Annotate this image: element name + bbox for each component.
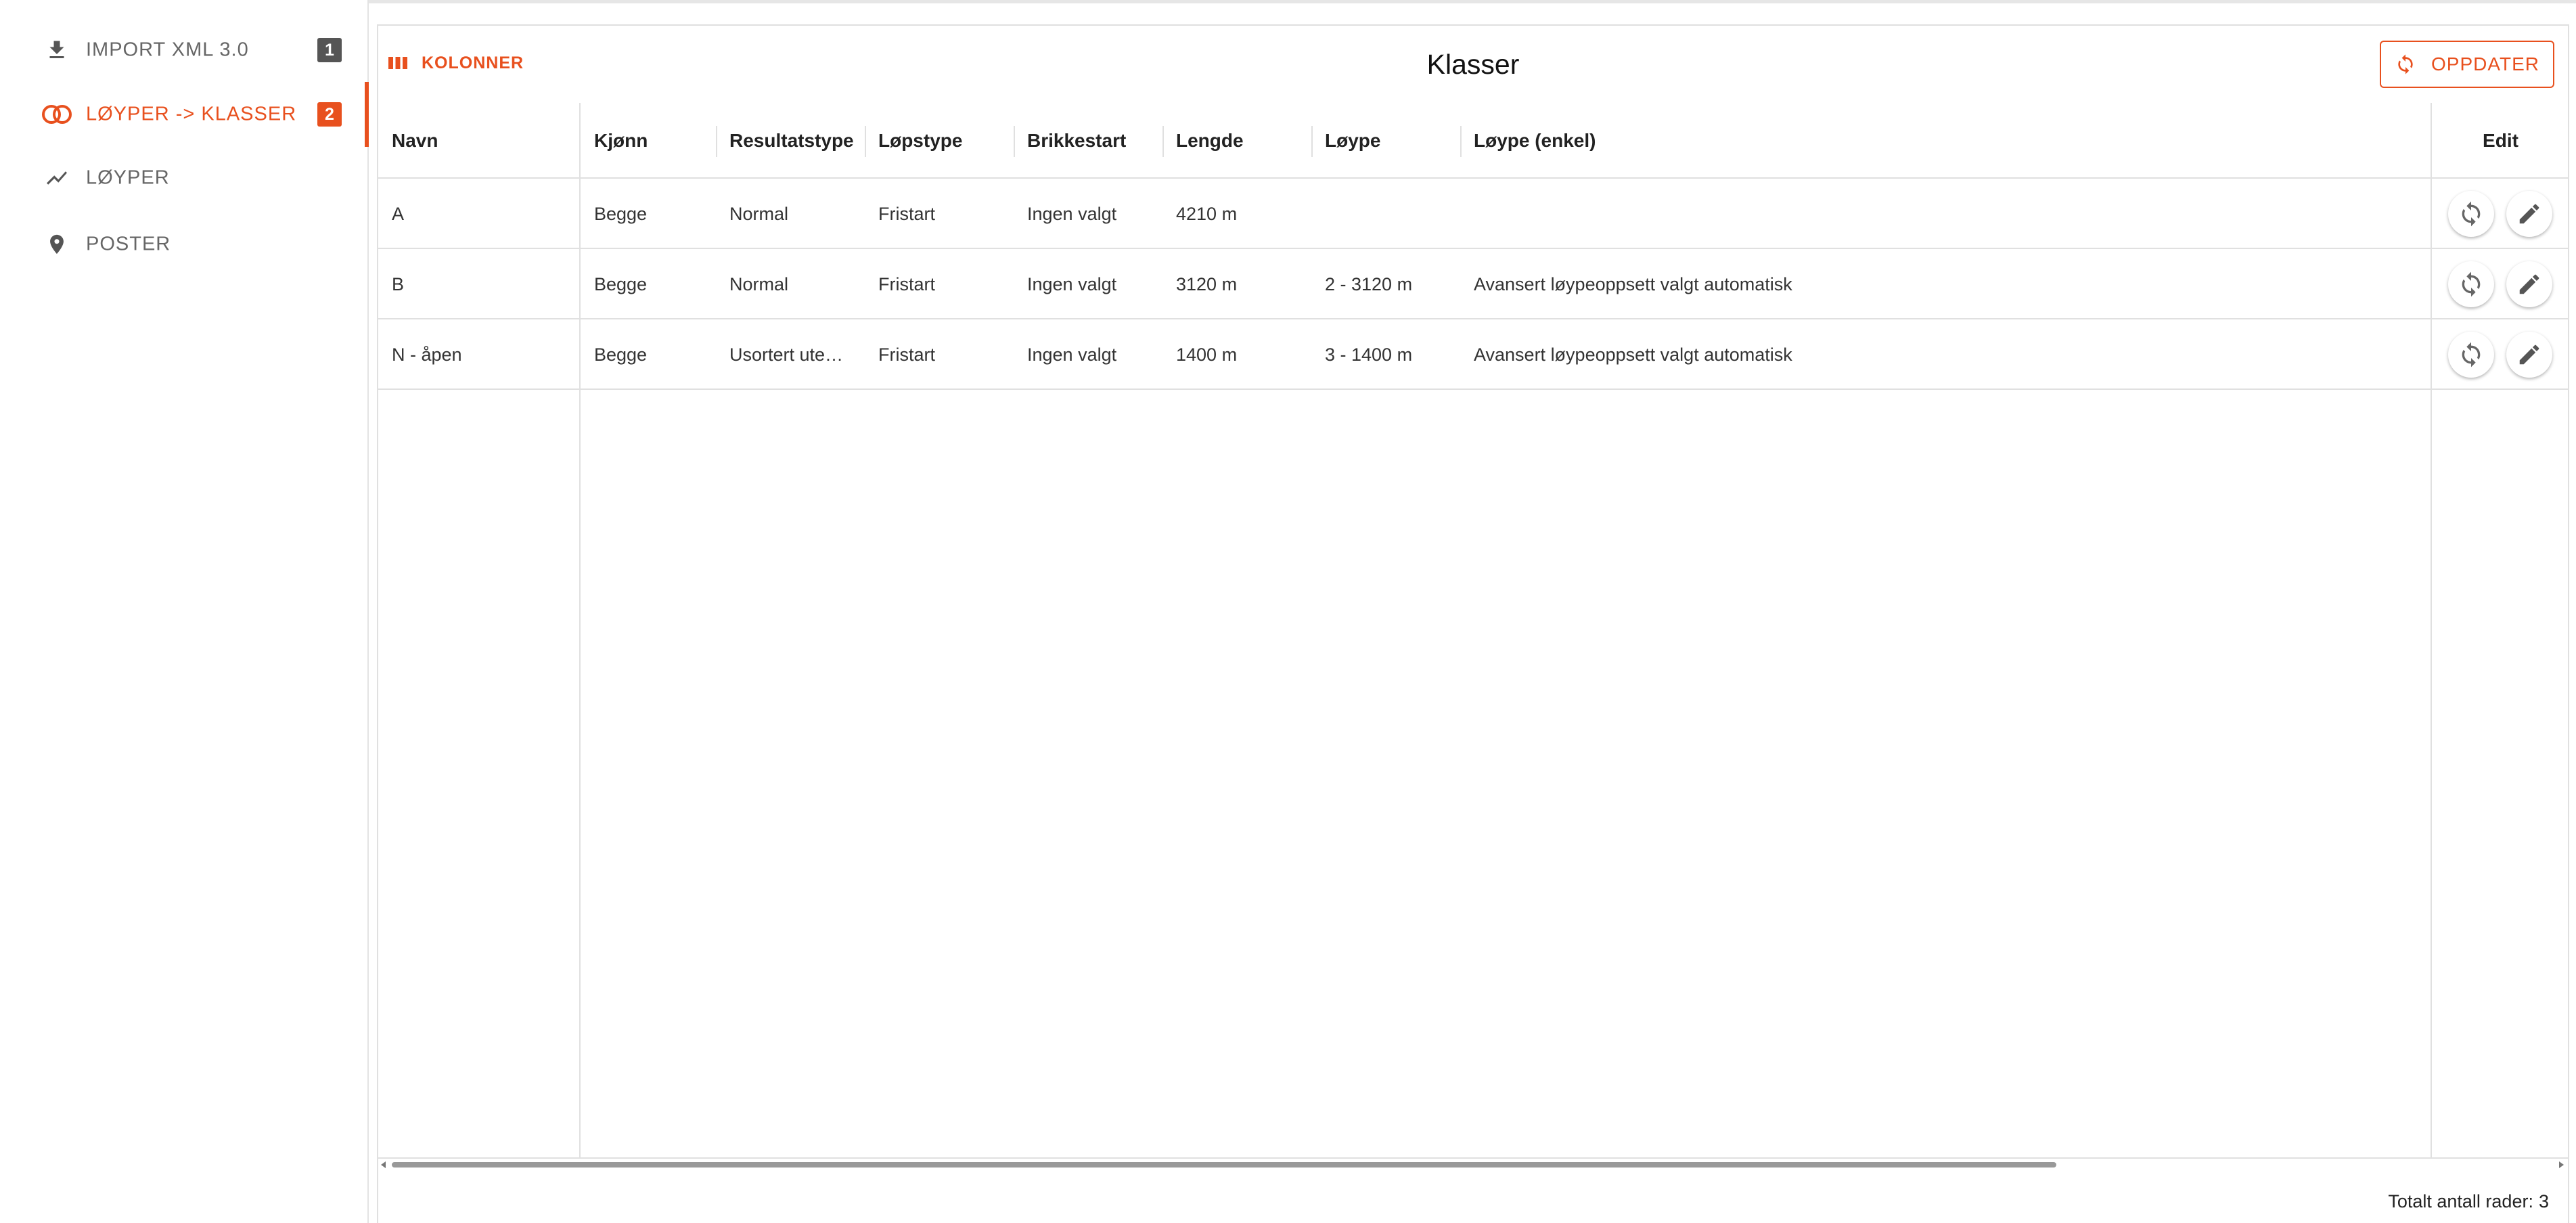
pinned-right-divider [2431,103,2432,1157]
sidebar-item-label: IMPORT XML 3.0 [86,39,249,61]
cell-resultatstype: Usortert ute… [729,344,844,365]
sync-icon [2462,201,2481,227]
scrollbar-thumb[interactable] [392,1162,2056,1168]
pencil-icon [2519,274,2539,294]
cell-brikkestart: Ingen valgt [1027,273,1117,294]
sync-row-button[interactable] [2448,191,2494,237]
cell-loype-enkel [1460,179,2431,249]
sidebar-item-label: LØYPER [86,166,170,189]
scroll-left-icon[interactable] [381,1161,386,1168]
cell-loype-enkel: Avansert løypeoppsett valgt automatisk [1474,273,1792,294]
column-header-lopstype[interactable]: Løpstype [865,103,1014,179]
cell-navn: A [392,203,405,224]
cell-lopstype: Fristart [878,344,935,365]
cell-loype: 2 - 3120 m [1325,273,1413,294]
location-pin-icon [39,227,74,262]
page-title: Klasser [1426,49,1520,80]
table-row[interactable]: A Begge Normal Fristart Ingen valgt 4210… [378,179,2568,249]
sidebar-item-loyper[interactable]: LØYPER [0,146,367,210]
sync-row-button[interactable] [2448,332,2494,378]
sidebar-item-poster[interactable]: POSTER [0,212,367,277]
horizontal-scrollbar[interactable] [378,1157,2568,1170]
step-badge: 1 [317,38,342,62]
cell-lengde: 4210 m [1176,203,1238,224]
active-indicator [365,82,369,147]
cell-loype [1311,179,1460,249]
table-row[interactable]: B Begge Normal Fristart Ingen valgt 3120… [378,249,2568,319]
download-icon [39,32,74,68]
cell-lengde: 1400 m [1176,344,1238,365]
cell-brikkestart: Ingen valgt [1027,344,1117,365]
cell-navn: B [392,273,405,294]
sidebar-item-loyper-klasser[interactable]: LØYPER -> KLASSER 2 [0,82,369,147]
table-row[interactable]: N - åpen Begge Usortert ute… Fristart In… [378,319,2568,390]
sync-icon [2462,271,2481,297]
sidebar-item-import-xml[interactable]: IMPORT XML 3.0 1 [0,18,367,83]
cell-kjonn: Begge [594,203,648,224]
cell-kjonn: Begge [594,344,648,365]
pencil-icon [2519,344,2539,365]
grid-header: Navn Kjønn Resultatstype Løpstype Brikke… [378,103,2568,179]
sync-row-button[interactable] [2448,261,2494,307]
classes-grid: Navn Kjønn Resultatstype Løpstype Brikke… [378,103,2568,1168]
row-count-value: 3 [2538,1191,2549,1211]
column-header-brikkestart[interactable]: Brikkestart [1014,103,1162,179]
column-header-kjonn[interactable]: Kjønn [581,103,716,179]
pencil-icon [2519,204,2539,224]
cell-edit [2432,249,2569,319]
edit-row-button[interactable] [2506,261,2552,307]
cell-loype: 3 - 1400 m [1325,344,1413,365]
column-header-loype-enkel[interactable]: Løype (enkel) [1460,103,2431,179]
sync-icon [2462,342,2481,368]
row-count-label: Totalt antall rader: [2388,1191,2533,1211]
cell-brikkestart: Ingen valgt [1027,203,1117,224]
cell-loype-enkel: Avansert løypeoppsett valgt automatisk [1474,344,1792,365]
cell-resultatstype: Normal [729,203,789,224]
toolbar: KOLONNER Klasser OPPDATER [378,26,2568,103]
column-header-edit: Edit [2483,130,2518,151]
trend-line-icon [39,160,74,196]
edit-row-button[interactable] [2506,191,2552,237]
refresh-icon [2395,53,2418,76]
cell-lengde: 3120 m [1176,273,1238,294]
cell-lopstype: Fristart [878,273,935,294]
cell-kjonn: Begge [594,273,648,294]
edit-row-button[interactable] [2506,332,2552,378]
cell-lopstype: Fristart [878,203,935,224]
cell-edit [2432,179,2569,249]
column-header-navn[interactable]: Navn [378,103,579,179]
row-count: Totalt antall rader: 3 [2382,1191,2549,1212]
update-button-label: OPPDATER [2431,53,2539,74]
classes-panel: KOLONNER Klasser OPPDATER Navn Kjønn Res… [377,24,2569,1223]
cell-edit [2432,319,2569,390]
scroll-right-icon[interactable] [2559,1161,2564,1168]
cell-resultatstype: Normal [729,273,789,294]
cell-navn: N - åpen [392,344,462,365]
sidebar-item-label: LØYPER -> KLASSER [86,103,297,125]
top-divider [0,0,2576,3]
step-badge: 2 [317,102,342,127]
sidebar-item-label: POSTER [86,233,171,255]
column-header-loype[interactable]: Løype [1311,103,1460,179]
rings-icon [39,97,74,132]
column-header-lengde[interactable]: Lengde [1162,103,1311,179]
update-button[interactable]: OPPDATER [2380,41,2554,88]
column-header-resultatstype[interactable]: Resultatstype [716,103,865,179]
sidebar: IMPORT XML 3.0 1 LØYPER -> KLASSER 2 LØY… [0,0,369,1223]
pinned-left-divider [579,103,581,1157]
